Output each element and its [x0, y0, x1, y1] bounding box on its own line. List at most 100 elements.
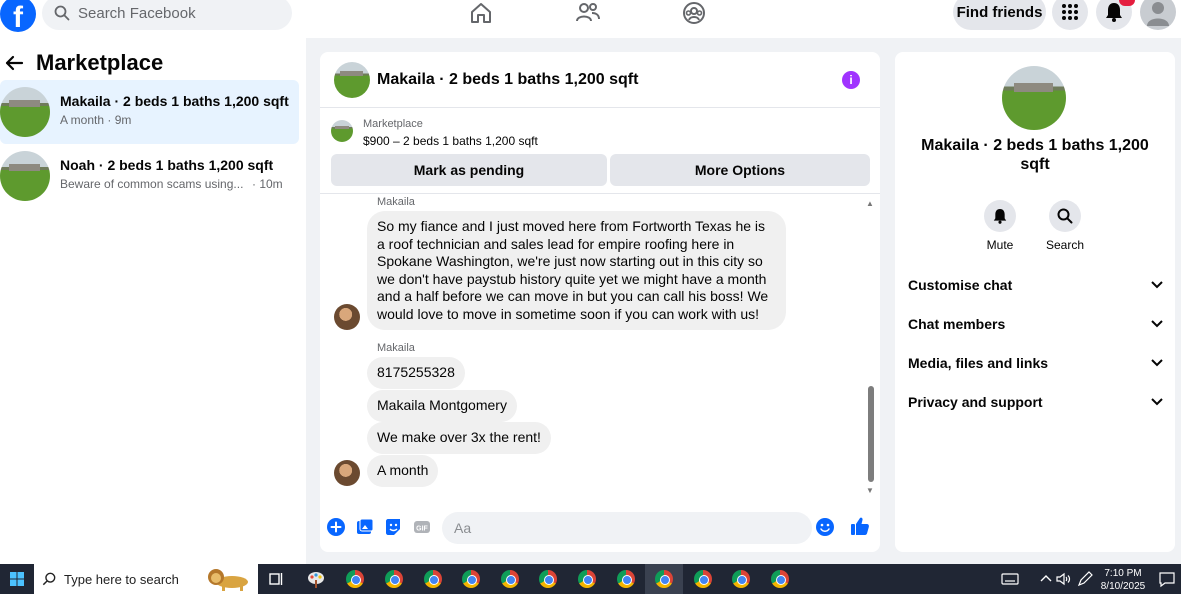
more-options-button[interactable]: More Options	[610, 154, 870, 186]
windows-icon	[10, 572, 24, 586]
paint-app-icon[interactable]	[307, 570, 325, 588]
avatar	[1147, 2, 1169, 26]
svg-text:GIF: GIF	[416, 526, 428, 533]
notification-badge	[1119, 0, 1135, 6]
message-bubble[interactable]: Makaila Montgomery	[367, 390, 517, 422]
chat-window: Makaila · 2 beds 1 baths 1,200 sqft i Ma…	[320, 52, 880, 552]
search-facebook-input[interactable]: Search Facebook	[42, 0, 292, 30]
home-icon[interactable]	[468, 0, 494, 26]
message-sender: Makaila	[377, 342, 415, 354]
section-label: Customise chat	[908, 277, 1013, 293]
marketplace-inbox: Marketplace Makaila · 2 beds 1 baths 1,2…	[0, 38, 306, 564]
clock-date: 8/10/2025	[1100, 581, 1146, 592]
chrome-icon[interactable]	[424, 570, 442, 588]
chat-details-panel: Makaila · 2 beds 1 baths 1,200 sqft Mute…	[895, 52, 1175, 552]
friends-icon[interactable]	[575, 0, 601, 26]
chrome-icon[interactable]	[346, 570, 364, 588]
section-privacy-support[interactable]: Privacy and support	[908, 387, 1163, 417]
bell-icon	[993, 209, 1007, 224]
section-customise-chat[interactable]: Customise chat	[908, 270, 1163, 300]
search-icon	[54, 5, 70, 21]
details-title: Makaila · 2 beds 1 baths 1,200 sqft	[921, 137, 1149, 173]
back-arrow-icon[interactable]	[4, 53, 24, 73]
menu-grid-button[interactable]	[1052, 0, 1088, 30]
scroll-down-arrow[interactable]: ▼	[866, 486, 874, 495]
section-chat-members[interactable]: Chat members	[908, 309, 1163, 339]
info-icon[interactable]: i	[842, 71, 860, 89]
conversation-item-makaila[interactable]: Makaila · 2 beds 1 baths 1,200 sqft A mo…	[0, 80, 299, 144]
conversation-name: Makaila · 2 beds 1 baths 1,200 sqft	[60, 93, 289, 109]
section-label: Privacy and support	[908, 394, 1043, 410]
emoji-icon[interactable]	[816, 518, 834, 536]
conversation-preview: Beware of common scams using...	[60, 177, 244, 191]
listing-description[interactable]: $900 – 2 beds 1 baths 1,200 sqft	[363, 134, 538, 148]
start-button[interactable]	[0, 564, 34, 594]
chrome-icon[interactable]	[771, 570, 789, 588]
listing-thumbnail	[0, 151, 50, 201]
bell-icon	[1106, 3, 1122, 22]
task-view-icon[interactable]	[268, 570, 286, 588]
chrome-icon[interactable]	[385, 570, 403, 588]
message-composer: GIF Aa	[320, 504, 880, 548]
section-media-files-links[interactable]: Media, files and links	[908, 348, 1163, 378]
chrome-icon[interactable]	[539, 570, 557, 588]
pen-icon[interactable]	[1076, 570, 1094, 588]
search-label: Search	[1045, 238, 1085, 252]
mute-button[interactable]: Mute	[965, 200, 1035, 252]
taskbar-search-placeholder: Type here to search	[64, 571, 179, 587]
chrome-icon[interactable]	[501, 570, 519, 588]
sender-avatar[interactable]	[334, 460, 360, 486]
chrome-icon[interactable]	[617, 570, 635, 588]
notification-center-icon[interactable]	[1158, 570, 1176, 588]
mute-label: Mute	[986, 238, 1014, 252]
chrome-icon[interactable]	[655, 570, 673, 588]
search-icon	[1057, 208, 1073, 224]
message-input[interactable]: Aa	[442, 512, 812, 544]
clock[interactable]: 7:10 PM 8/10/2025	[1098, 567, 1148, 593]
gif-icon[interactable]: GIF	[413, 518, 431, 536]
section-label: Media, files and links	[908, 355, 1049, 371]
chat-avatar[interactable]	[334, 62, 370, 98]
photo-icon[interactable]	[356, 518, 374, 536]
message-sender: Makaila	[377, 196, 415, 208]
menu-grid-icon	[1062, 4, 1078, 20]
keyboard-icon[interactable]	[1001, 570, 1019, 588]
message-bubble[interactable]: We make over 3x the rent!	[367, 422, 551, 454]
plus-icon[interactable]	[327, 518, 345, 536]
section-label: Chat members	[908, 316, 1006, 332]
thumbs-up-icon[interactable]	[850, 516, 870, 536]
listing-avatar[interactable]	[1002, 66, 1066, 130]
listing-source: Marketplace	[363, 118, 423, 130]
taskbar-search[interactable]: Type here to search	[34, 564, 258, 594]
chevron-up-icon[interactable]	[1037, 570, 1055, 588]
sender-avatar[interactable]	[334, 304, 360, 330]
conversation-item-noah[interactable]: Noah · 2 beds 1 baths 1,200 sqft Beware …	[0, 144, 299, 208]
chevron-down-icon	[1151, 281, 1163, 289]
chat-title[interactable]: Makaila · 2 beds 1 baths 1,200 sqft	[377, 71, 638, 89]
account-avatar[interactable]	[1140, 0, 1176, 30]
facebook-logo[interactable]: f	[0, 0, 36, 32]
page-title: Marketplace	[36, 50, 164, 75]
find-friends-button[interactable]: Find friends	[953, 0, 1046, 30]
message-bubble[interactable]: 8175255328	[367, 357, 465, 389]
message-list: Makaila So my fiance and I just moved he…	[320, 194, 880, 494]
search-in-chat-button[interactable]: Search	[1030, 200, 1100, 252]
message-bubble[interactable]: So my fiance and I just moved here from …	[367, 211, 786, 330]
scroll-up-arrow[interactable]: ▲	[866, 199, 874, 208]
chrome-icon[interactable]	[732, 570, 750, 588]
conversation-name: Noah · 2 beds 1 baths 1,200 sqft	[60, 157, 274, 173]
chevron-down-icon	[1151, 320, 1163, 328]
chat-header: Makaila · 2 beds 1 baths 1,200 sqft i	[320, 52, 880, 108]
message-bubble[interactable]: A month	[367, 455, 439, 487]
chrome-icon[interactable]	[462, 570, 480, 588]
speaker-icon[interactable]	[1055, 570, 1073, 588]
chrome-icon[interactable]	[578, 570, 596, 588]
scrollbar-thumb[interactable]	[868, 386, 874, 482]
sticker-icon[interactable]	[384, 518, 402, 536]
mark-as-pending-button[interactable]: Mark as pending	[331, 154, 607, 186]
clock-time: 7:10 PM	[1104, 568, 1142, 579]
top-navigation-bar: f Search Facebook Find friends	[0, 0, 1181, 38]
chrome-icon[interactable]	[694, 570, 712, 588]
listing-thumbnail	[331, 120, 353, 142]
groups-icon[interactable]	[681, 0, 707, 26]
